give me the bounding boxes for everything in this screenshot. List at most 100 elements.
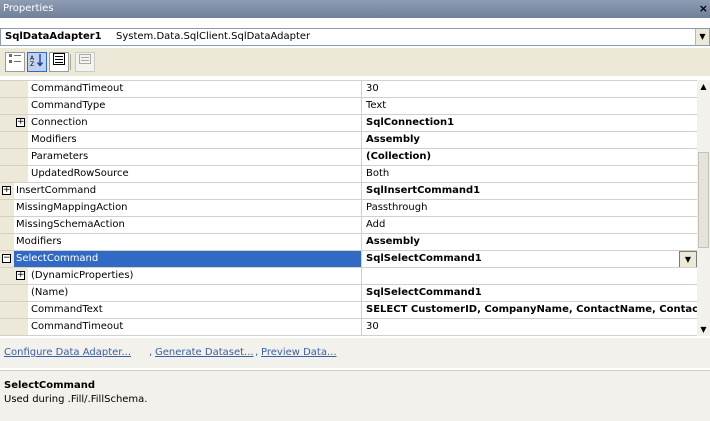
property-row[interactable]: MissingMappingAction Passthrough bbox=[0, 200, 697, 217]
property-row[interactable]: CommandTimeout 30 bbox=[0, 319, 697, 336]
collapse-icon[interactable]: − bbox=[2, 254, 11, 263]
property-name-cell[interactable]: Parameters bbox=[0, 149, 362, 166]
property-name: Modifiers bbox=[31, 134, 77, 145]
property-value: SELECT CustomerID, CompanyName, ContactN… bbox=[366, 304, 697, 315]
property-value-cell[interactable]: SELECT CustomerID, CompanyName, ContactN… bbox=[362, 302, 697, 319]
row-gutter bbox=[14, 302, 28, 318]
property-value: Assembly bbox=[366, 134, 420, 145]
object-selector[interactable]: SqlDataAdapter1 System.Data.SqlClient.Sq… bbox=[0, 28, 710, 46]
scroll-thumb[interactable] bbox=[698, 152, 709, 248]
property-row[interactable]: MissingSchemaAction Add bbox=[0, 217, 697, 234]
window-title: Properties bbox=[3, 3, 54, 14]
property-row[interactable]: Modifiers Assembly bbox=[0, 234, 697, 251]
configure-data-adapter-link[interactable]: Configure Data Adapter... bbox=[4, 347, 131, 358]
property-value-cell[interactable]: (Collection) bbox=[362, 149, 697, 166]
expand-icon[interactable]: + bbox=[16, 271, 25, 280]
property-value-cell[interactable]: SqlConnection1 bbox=[362, 115, 697, 132]
property-name-cell[interactable]: CommandType bbox=[0, 98, 362, 115]
property-row[interactable]: Parameters (Collection) bbox=[0, 149, 697, 166]
property-value-cell[interactable]: SqlSelectCommand1 bbox=[362, 285, 697, 302]
property-row[interactable]: + InsertCommand SqlInsertCommand1 bbox=[0, 183, 697, 200]
property-name-cell[interactable]: CommandTimeout bbox=[0, 319, 362, 336]
row-gutter bbox=[0, 149, 14, 165]
property-name: UpdatedRowSource bbox=[31, 168, 129, 179]
property-name-cell[interactable]: UpdatedRowSource bbox=[0, 166, 362, 183]
row-gutter bbox=[14, 166, 28, 182]
property-value-cell[interactable]: Assembly bbox=[362, 234, 697, 251]
property-name-cell[interactable]: (Name) bbox=[0, 285, 362, 302]
property-name: MissingMappingAction bbox=[16, 202, 128, 213]
property-row[interactable]: CommandText SELECT CustomerID, CompanyNam… bbox=[0, 302, 697, 319]
property-row[interactable]: CommandType Text bbox=[0, 98, 697, 115]
property-value-cell[interactable] bbox=[362, 268, 697, 285]
row-gutter bbox=[14, 319, 28, 335]
scroll-up-icon[interactable]: ▲ bbox=[697, 80, 710, 93]
toolbar-separator bbox=[70, 54, 71, 70]
row-gutter bbox=[0, 268, 14, 284]
property-row[interactable]: − SelectCommand SqlSelectCommand1 ▼ bbox=[0, 251, 697, 268]
property-value: Add bbox=[366, 219, 386, 230]
property-name: (Name) bbox=[31, 287, 69, 298]
property-row[interactable]: Modifiers Assembly bbox=[0, 132, 697, 149]
property-name: Connection bbox=[31, 117, 88, 128]
property-row[interactable]: CommandTimeout 30 bbox=[0, 81, 697, 98]
property-value-cell[interactable]: Text bbox=[362, 98, 697, 115]
link-separator: , bbox=[255, 347, 259, 358]
row-gutter bbox=[0, 81, 14, 97]
property-name-cell[interactable]: MissingSchemaAction bbox=[0, 217, 362, 234]
row-gutter bbox=[0, 234, 14, 250]
property-name-cell[interactable]: + Connection bbox=[0, 115, 362, 132]
property-value: 30 bbox=[366, 321, 379, 332]
property-value-cell[interactable]: Assembly bbox=[362, 132, 697, 149]
property-name-cell[interactable]: + (DynamicProperties) bbox=[0, 268, 362, 285]
properties-toolbar: AZ bbox=[0, 48, 710, 76]
property-name: (DynamicProperties) bbox=[31, 270, 134, 281]
property-value-cell[interactable]: 30 bbox=[362, 81, 697, 98]
property-row[interactable]: UpdatedRowSource Both bbox=[0, 166, 697, 183]
row-gutter bbox=[0, 217, 14, 233]
expand-icon[interactable]: + bbox=[2, 186, 11, 195]
object-name: SqlDataAdapter1 bbox=[5, 31, 102, 42]
property-value-cell[interactable]: SqlSelectCommand1 ▼ bbox=[362, 251, 697, 268]
properties-titlebar: Properties × bbox=[0, 0, 710, 18]
property-row[interactable]: + (DynamicProperties) bbox=[0, 268, 697, 285]
object-type: System.Data.SqlClient.SqlDataAdapter bbox=[116, 31, 311, 42]
close-icon[interactable]: × bbox=[699, 2, 708, 15]
property-name: Parameters bbox=[31, 151, 89, 162]
property-value-cell[interactable]: 30 bbox=[362, 319, 697, 336]
row-gutter bbox=[0, 166, 14, 182]
property-value-cell[interactable]: Both bbox=[362, 166, 697, 183]
property-row[interactable]: (Name) SqlSelectCommand1 bbox=[0, 285, 697, 302]
preview-data-link[interactable]: Preview Data... bbox=[261, 347, 337, 358]
categorized-icon[interactable] bbox=[5, 52, 25, 72]
property-value: Passthrough bbox=[366, 202, 428, 213]
property-name-cell[interactable]: Modifiers bbox=[0, 234, 362, 251]
property-value-cell[interactable]: Passthrough bbox=[362, 200, 697, 217]
property-name: CommandTimeout bbox=[31, 321, 124, 332]
property-name: Modifiers bbox=[16, 236, 62, 247]
property-value-cell[interactable]: Add bbox=[362, 217, 697, 234]
generate-dataset-link[interactable]: Generate Dataset... bbox=[155, 347, 254, 358]
expand-icon[interactable]: + bbox=[16, 118, 25, 127]
row-gutter bbox=[0, 200, 14, 216]
property-row[interactable]: + Connection SqlConnection1 bbox=[0, 115, 697, 132]
property-name-cell[interactable]: CommandText bbox=[0, 302, 362, 319]
properties-icon[interactable] bbox=[49, 52, 69, 72]
property-value: (Collection) bbox=[366, 151, 432, 162]
property-name-cell[interactable]: CommandTimeout bbox=[0, 81, 362, 98]
property-name-cell[interactable]: Modifiers bbox=[0, 132, 362, 149]
scroll-down-icon[interactable]: ▼ bbox=[697, 323, 710, 336]
property-grid-scrollbar[interactable]: ▲ ▼ bbox=[697, 80, 710, 336]
row-gutter bbox=[0, 285, 14, 301]
property-name-cell[interactable]: + InsertCommand bbox=[0, 183, 362, 200]
chevron-down-icon[interactable]: ▼ bbox=[695, 29, 709, 45]
property-value-cell[interactable]: SqlInsertCommand1 bbox=[362, 183, 697, 200]
property-value: Assembly bbox=[366, 236, 420, 247]
property-name-cell[interactable]: − SelectCommand bbox=[0, 251, 362, 268]
property-value: Both bbox=[366, 168, 390, 179]
property-pages-icon bbox=[75, 52, 95, 72]
alphabetical-icon[interactable]: AZ bbox=[27, 52, 47, 72]
property-name-cell[interactable]: MissingMappingAction bbox=[0, 200, 362, 217]
property-value: SqlSelectCommand1 bbox=[366, 253, 482, 264]
value-dropdown-icon[interactable]: ▼ bbox=[679, 251, 697, 267]
